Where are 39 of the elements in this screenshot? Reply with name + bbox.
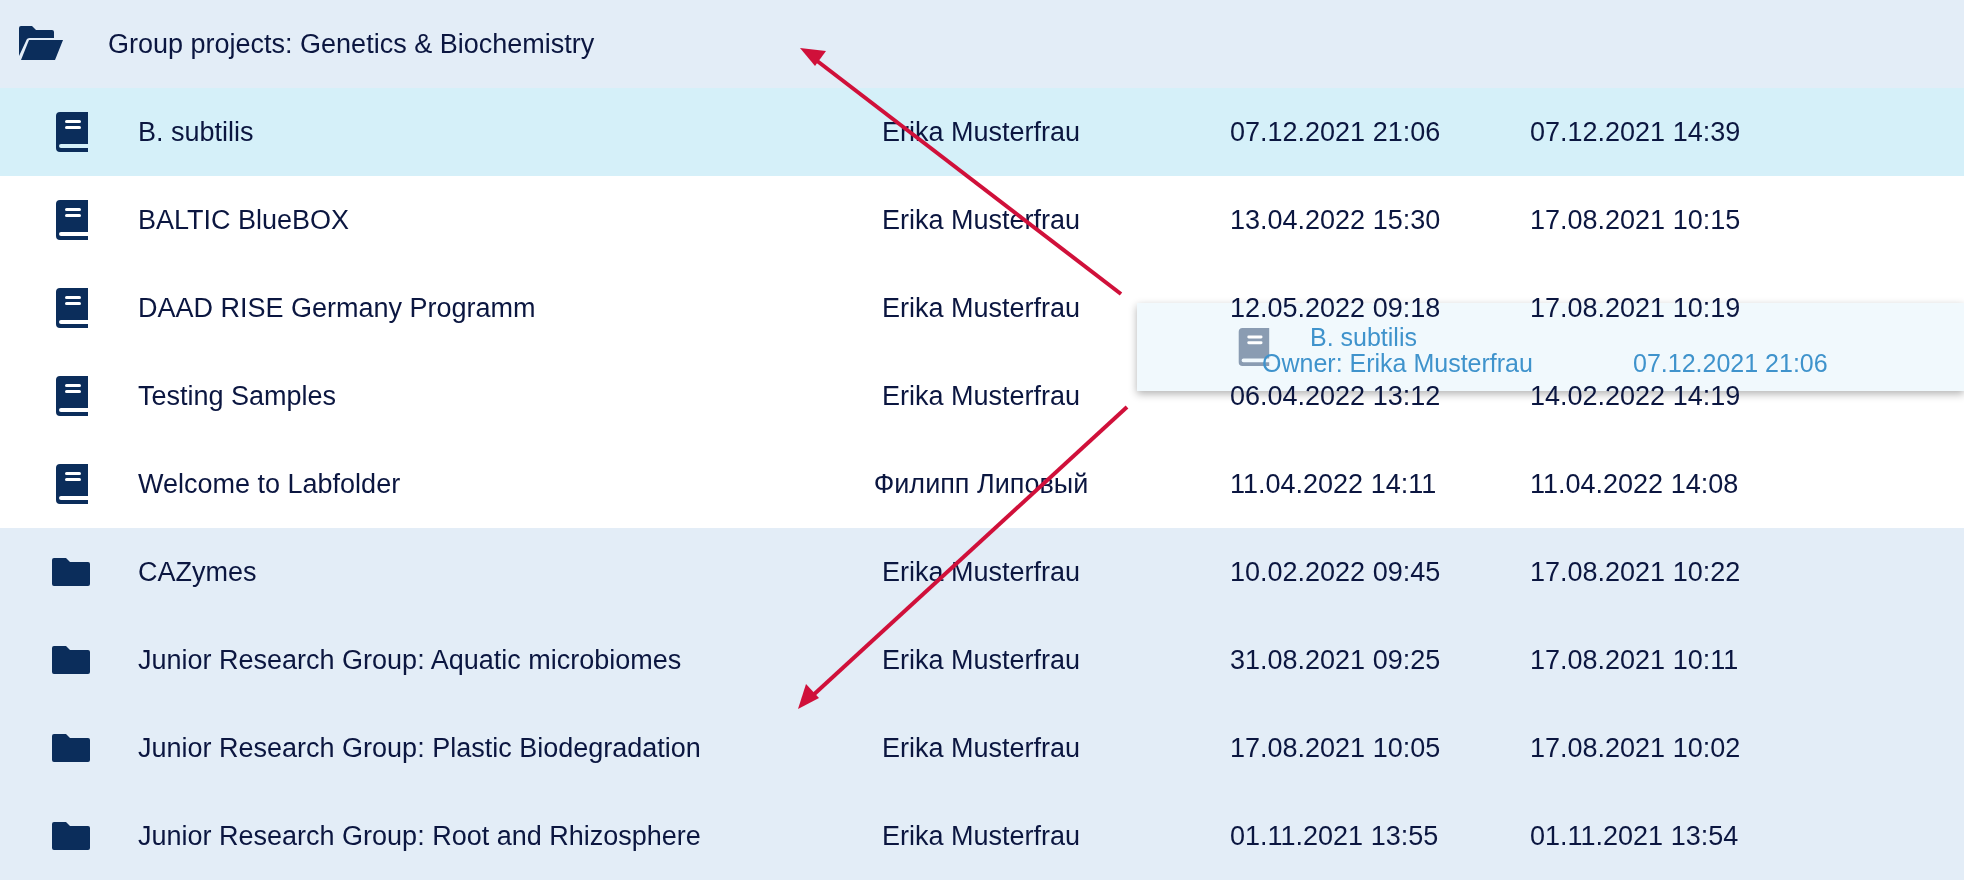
item-name: DAAD RISE Germany Programm (138, 291, 537, 325)
created-date: 17.08.2021 10:22 (1530, 555, 1742, 589)
item-name: Junior Research Group: Plastic Biodegradation (138, 731, 702, 765)
owner-name: Erika Musterfrau (880, 379, 1082, 413)
item-name: Junior Research Group: Aquatic microbiomes (138, 643, 683, 677)
modified-date: 01.11.2021 13:55 (1230, 819, 1440, 853)
modified-date: 31.08.2021 09:25 (1230, 643, 1442, 677)
created-date: 14.02.2022 14:19 (1530, 379, 1742, 413)
created-date: 17.08.2021 10:11 (1530, 643, 1740, 677)
modified-date: 07.12.2021 21:06 (1230, 115, 1442, 149)
created-date: 17.08.2021 10:15 (1530, 203, 1742, 237)
created-date: 07.12.2021 14:39 (1530, 115, 1742, 149)
item-name: Welcome to Labfolder (138, 467, 402, 501)
item-name: CAZymes (138, 555, 258, 589)
folder-header[interactable]: Group projects: Genetics & Biochemistry (0, 0, 1964, 88)
modified-date: 11.04.2022 14:11 (1230, 467, 1438, 501)
list-row[interactable]: Junior Research Group: Root and Rhizosphere Erika Musterfrau 01.11.2021 13:55 01.11.2021 13:54 (0, 792, 1964, 880)
list-row[interactable]: CAZymes Erika Musterfrau 10.02.2022 09:45 17.08.2021 10:22 (0, 528, 1964, 616)
item-name: BALTIC BlueBOX (138, 203, 351, 237)
modified-date: 17.08.2021 10:05 (1230, 731, 1442, 765)
list-row[interactable]: Junior Research Group: Plastic Biodegradation Erika Musterfrau 17.08.2021 10:05 17.08.2021 10:02 (0, 704, 1964, 792)
list-row[interactable]: Junior Research Group: Aquatic microbiomes Erika Musterfrau 31.08.2021 09:25 17.08.2021 10:11 (0, 616, 1964, 704)
created-date: 01.11.2021 13:54 (1530, 819, 1740, 853)
owner-name: Erika Musterfrau (880, 555, 1082, 589)
item-name: B. subtilis (138, 115, 255, 149)
folder-title: Group projects: Genetics & Biochemistry (108, 27, 595, 61)
item-name: Junior Research Group: Root and Rhizosphere (138, 819, 702, 853)
owner-name: Erika Musterfrau (880, 643, 1082, 677)
owner-name: Erika Musterfrau (880, 291, 1082, 325)
owner-name: Erika Musterfrau (880, 731, 1082, 765)
modified-date: 13.04.2022 15:30 (1230, 203, 1442, 237)
owner-name: Erika Musterfrau (880, 819, 1082, 853)
created-date: 17.08.2021 10:19 (1530, 291, 1742, 325)
modified-date: 10.02.2022 09:45 (1230, 555, 1442, 589)
created-date: 17.08.2021 10:02 (1530, 731, 1742, 765)
modified-date: 06.04.2022 13:12 (1230, 379, 1442, 413)
created-date: 11.04.2022 14:08 (1530, 467, 1740, 501)
item-name: Testing Samples (138, 379, 338, 413)
modified-date: 12.05.2022 09:18 (1230, 291, 1442, 325)
